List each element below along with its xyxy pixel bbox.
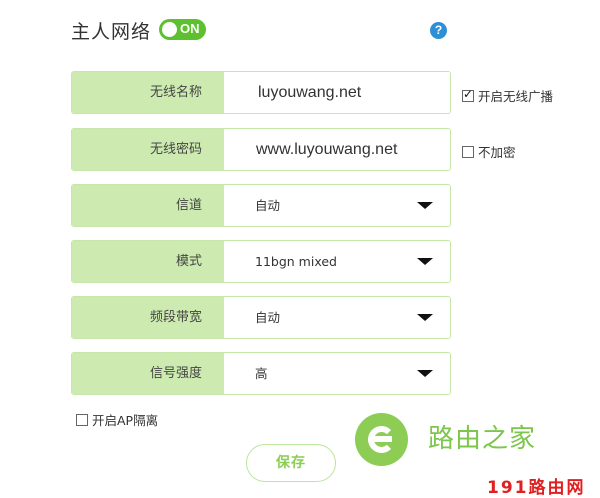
no-encrypt-label: 不加密 [478,145,516,160]
page-title: 主人网络 [71,21,152,43]
dropdown-caret-icon[interactable] [417,202,433,209]
dropdown-caret-icon[interactable] [417,258,433,265]
password-row: 无线密码 www.luyouwang.net [71,128,451,171]
broadcast-checkbox[interactable] [462,87,474,102]
watermark-site: 191路由网 [487,478,586,498]
ssid-input[interactable]: luyouwang.net [224,72,450,113]
ap-isolation-label: 开启AP隔离 [92,413,159,428]
channel-row: 信道 自动 [71,184,451,227]
no-encrypt-option[interactable]: 不加密 [462,142,516,161]
ap-isolation-checkbox[interactable] [76,413,88,426]
channel-label: 信道 [72,185,224,226]
host-network-toggle[interactable]: ON [159,19,206,40]
watermark-logo-bar [374,436,392,442]
toggle-label: ON [180,21,200,36]
broadcast-option[interactable]: 开启无线广播 [462,86,553,105]
ssid-row: 无线名称 luyouwang.net [71,71,451,114]
password-input[interactable]: www.luyouwang.net [224,129,450,170]
password-label: 无线密码 [72,129,224,170]
mode-row: 模式 11bgn mixed [71,240,451,283]
help-icon[interactable]: ? [430,22,447,39]
toggle-knob [162,22,177,37]
dropdown-caret-icon[interactable] [417,370,433,377]
signal-strength-row: 信号强度 高 [71,352,451,395]
watermark-logo-icon [355,413,408,466]
signal-strength-label: 信号强度 [72,353,224,394]
watermark-brand: 路由之家 [428,424,537,454]
bandwidth-row: 频段带宽 自动 [71,296,451,339]
bandwidth-label: 频段带宽 [72,297,224,338]
ap-isolation-option[interactable]: 开启AP隔离 [76,410,158,429]
ssid-label: 无线名称 [72,72,224,113]
broadcast-label: 开启无线广播 [478,89,554,104]
no-encrypt-checkbox[interactable] [462,145,474,158]
dropdown-caret-icon[interactable] [417,314,433,321]
mode-label: 模式 [72,241,224,282]
save-button[interactable]: 保存 [246,444,336,482]
